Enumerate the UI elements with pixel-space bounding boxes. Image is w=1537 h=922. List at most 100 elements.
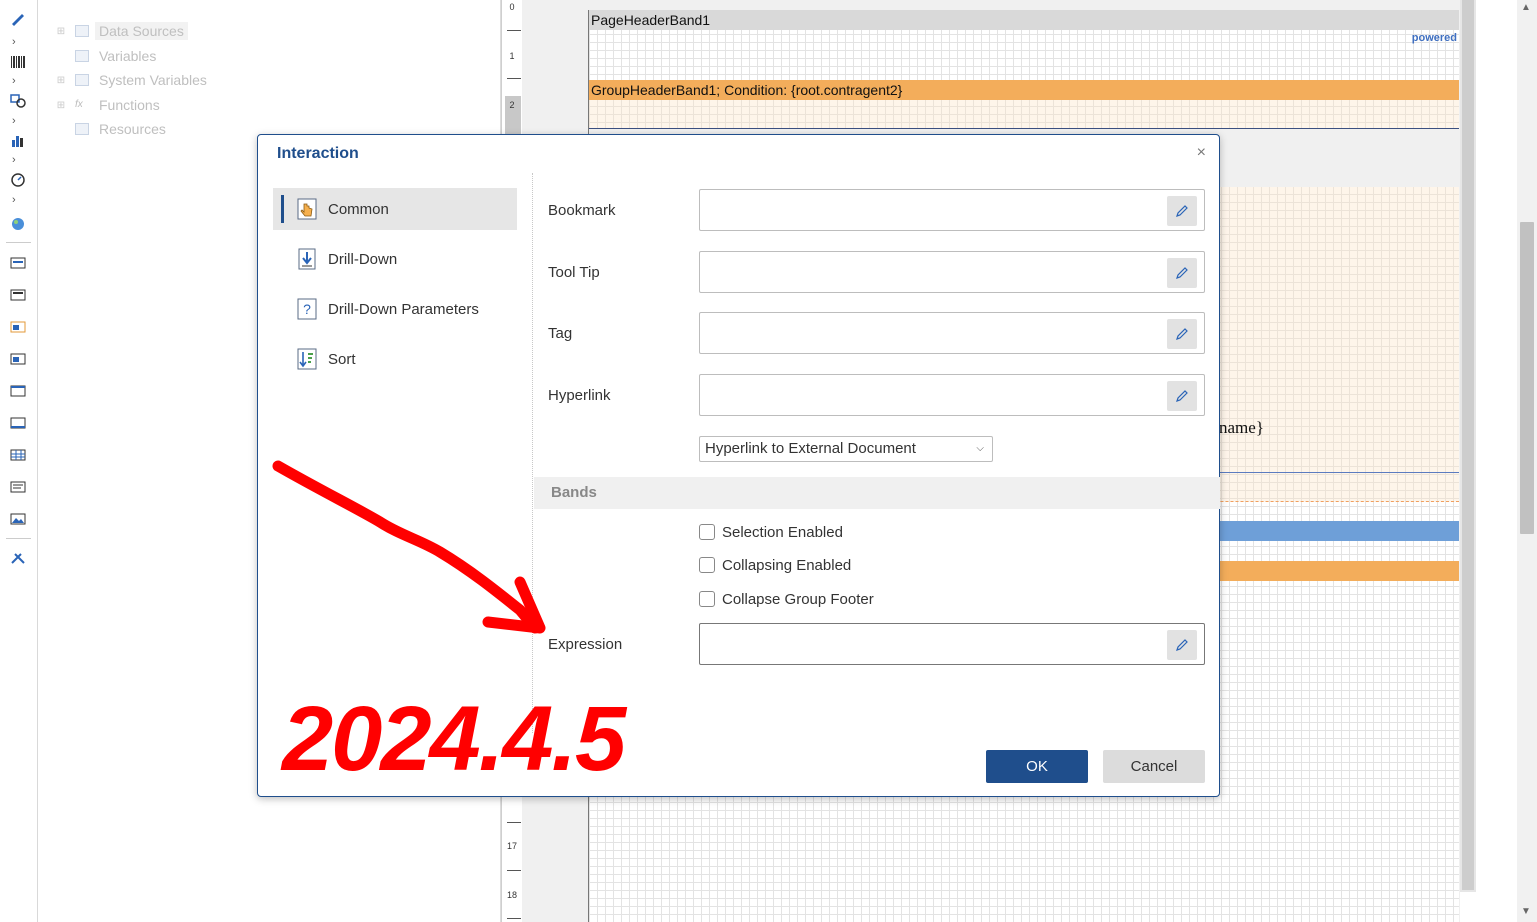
pencil-icon — [1176, 267, 1188, 279]
nav-item-drill-down[interactable]: Drill-Down — [273, 238, 517, 280]
tree-item-functions[interactable]: ⊞ fx Functions — [56, 95, 164, 115]
scroll-thumb[interactable] — [1462, 0, 1474, 890]
sort-icon — [297, 348, 317, 370]
ruler-label: 18 — [506, 890, 517, 900]
footer-band-icon[interactable] — [9, 416, 27, 430]
tree-item-variables[interactable]: Variables — [56, 46, 160, 66]
chevron-right-icon[interactable]: › — [12, 37, 24, 48]
report-band-icon[interactable] — [9, 256, 27, 270]
scroll-thumb[interactable] — [1520, 222, 1534, 534]
hyperlink-field[interactable] — [699, 374, 1205, 416]
toolbox: › › › › › — [0, 0, 38, 922]
tree-item-label: Functions — [99, 97, 160, 113]
selection-enabled-checkbox[interactable]: Selection Enabled — [699, 522, 843, 542]
tools-icon[interactable] — [9, 551, 27, 565]
tag-field[interactable] — [699, 312, 1205, 354]
variables-icon — [75, 50, 89, 62]
nav-item-sort[interactable]: Sort — [273, 338, 517, 380]
ok-button[interactable]: OK — [986, 750, 1088, 783]
hyperlink-type-select[interactable]: Hyperlink to External Document ⌵ — [699, 436, 993, 462]
collapsing-enabled-checkbox[interactable]: Collapsing Enabled — [699, 555, 851, 575]
interaction-dialog: Interaction × Common Drill-Down ? Drill-… — [257, 134, 1220, 797]
nav-label: Sort — [328, 350, 356, 368]
divider — [6, 538, 31, 539]
pencil-icon — [1176, 328, 1188, 340]
tag-label: Tag — [548, 325, 573, 342]
tree-item-data-sources[interactable]: ⊞ Data Sources — [56, 21, 188, 41]
powered-text: powered — [1411, 32, 1457, 44]
chevron-right-icon[interactable]: › — [12, 195, 24, 206]
chevron-right-icon[interactable]: › — [12, 76, 24, 87]
cancel-button[interactable]: Cancel — [1103, 750, 1205, 783]
ruler-label: 0 — [509, 2, 515, 12]
chevron-right-icon[interactable]: › — [12, 116, 24, 127]
close-icon[interactable]: × — [1197, 144, 1206, 162]
hyperlink-edit-button[interactable] — [1167, 381, 1197, 411]
canvas-scrollbar[interactable] — [1460, 0, 1476, 892]
tag-input[interactable] — [706, 321, 1160, 347]
ruler-label: 17 — [506, 841, 517, 851]
tooltip-field[interactable] — [699, 251, 1205, 293]
pencil-icon — [1176, 205, 1188, 217]
collapse-group-footer-checkbox[interactable]: Collapse Group Footer — [699, 589, 874, 609]
table-icon[interactable] — [9, 448, 27, 462]
expand-icon[interactable]: ⊞ — [56, 75, 66, 86]
page-header-band[interactable]: PageHeaderBand1 — [589, 10, 1459, 30]
checkbox-label: Selection Enabled — [722, 523, 843, 541]
expression-edit-button[interactable] — [1167, 630, 1197, 660]
bookmark-input[interactable] — [706, 198, 1160, 224]
expand-icon[interactable]: ⊞ — [56, 100, 66, 111]
group-header-band[interactable]: GroupHeaderBand1; Condition: {root.contr… — [589, 80, 1459, 100]
svg-text:?: ? — [303, 301, 311, 317]
scroll-down-icon[interactable]: ▼ — [1521, 906, 1531, 917]
barcode-icon[interactable] — [9, 55, 27, 69]
tooltip-input[interactable] — [706, 260, 1160, 286]
tree-item-resources[interactable]: Resources — [56, 119, 170, 139]
tooltip-edit-button[interactable] — [1167, 258, 1197, 288]
chevron-right-icon[interactable]: › — [12, 155, 24, 166]
bookmark-field[interactable] — [699, 189, 1205, 231]
hyperlink-label: Hyperlink — [548, 387, 611, 404]
data-sources-icon — [75, 25, 89, 37]
pencil-icon[interactable] — [9, 12, 27, 26]
checkbox-box[interactable] — [699, 557, 715, 573]
nav-label: Drill-Down — [328, 250, 398, 268]
checkbox-box[interactable] — [699, 524, 715, 540]
divider — [6, 242, 31, 243]
data-band-icon[interactable] — [9, 320, 27, 334]
globe-icon[interactable] — [9, 217, 27, 231]
panel-icon[interactable] — [9, 384, 27, 398]
nav-label: Drill-Down Parameters — [328, 300, 479, 318]
tag-edit-button[interactable] — [1167, 319, 1197, 349]
expand-icon[interactable]: ⊞ — [56, 26, 66, 37]
expression-input[interactable] — [706, 632, 1160, 658]
group-band-icon[interactable] — [9, 352, 27, 366]
hand-pointer-icon — [297, 198, 317, 220]
tooltip-label: Tool Tip — [548, 264, 600, 281]
nav-divider — [532, 173, 533, 733]
image-icon[interactable] — [9, 512, 27, 526]
checkbox-label: Collapse Group Footer — [722, 590, 874, 608]
header-band-icon[interactable] — [9, 288, 27, 302]
nav-item-drill-down-parameters[interactable]: ? Drill-Down Parameters — [273, 288, 517, 330]
nav-label: Common — [328, 200, 389, 218]
checkbox-label: Collapsing Enabled — [722, 556, 852, 574]
checkbox-box[interactable] — [699, 591, 715, 607]
window-scrollbar[interactable]: ▲ ▼ — [1517, 0, 1537, 922]
ruler-label: 1 — [509, 51, 515, 61]
field-text: name} — [1219, 418, 1264, 437]
resources-icon — [75, 123, 89, 135]
scroll-up-icon[interactable]: ▲ — [1521, 2, 1531, 13]
bands-section-header: Bands — [534, 477, 1220, 509]
pencil-icon — [1176, 639, 1188, 651]
nav-item-common[interactable]: Common — [273, 188, 517, 230]
shapes-icon[interactable] — [9, 94, 27, 108]
hyperlink-input[interactable] — [706, 383, 1160, 409]
expression-field[interactable] — [699, 623, 1205, 665]
tree-item-system-variables[interactable]: ⊞ System Variables — [56, 70, 211, 90]
text-icon[interactable] — [9, 480, 27, 494]
bookmark-edit-button[interactable] — [1167, 196, 1197, 226]
gauge-icon[interactable] — [9, 173, 27, 187]
tree-item-label: System Variables — [99, 72, 207, 88]
chart-icon[interactable] — [9, 133, 27, 147]
